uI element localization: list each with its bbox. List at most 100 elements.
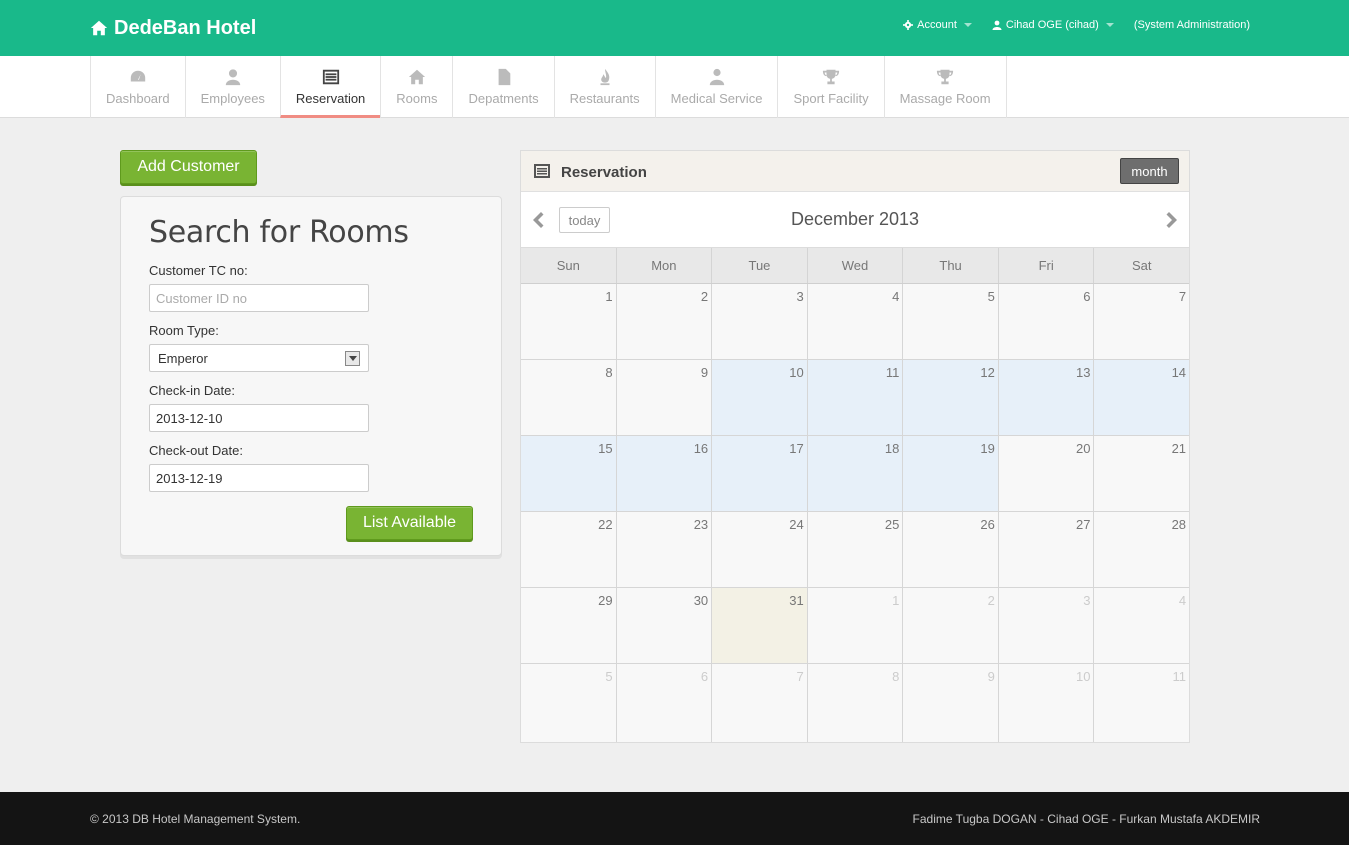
calendar-day-cell[interactable]: 6 (616, 664, 713, 742)
calendar-day-cell[interactable]: 25 (807, 512, 904, 587)
calendar-day-cell[interactable]: 2 (616, 284, 713, 359)
calendar-day-cell[interactable]: 7 (1094, 284, 1190, 359)
checkout-date-input[interactable] (149, 464, 369, 492)
calendar-day-cell[interactable]: 16 (616, 436, 713, 511)
user-menu[interactable]: Cihad OGE (cihad) (992, 19, 1114, 31)
add-customer-button[interactable]: Add Customer (120, 150, 257, 184)
footer-authors: Fadime Tugba DOGAN - Cihad OGE - Furkan … (912, 812, 1260, 826)
calendar-day-cell[interactable]: 10 (712, 360, 808, 435)
calendar-day-cell[interactable]: 2 (903, 588, 999, 663)
calendar-week-row: 8 9 10 11 12 13 14 (521, 360, 1190, 436)
month-view-button[interactable]: month (1120, 158, 1179, 184)
brand-link[interactable]: DedeBan Hotel (90, 16, 256, 40)
calendar-day-cell[interactable]: 24 (712, 512, 808, 587)
calendar-day-cell[interactable]: 19 (903, 436, 999, 511)
calendar-day-cell[interactable]: 3 (998, 588, 1095, 663)
calendar-grid: Sun Mon Tue Wed Thu Fri Sat 1 2 3 4 5 6 7 8 9 10 11 12 13 1… (521, 248, 1190, 742)
user-label: Cihad OGE (cihad) (1005, 19, 1099, 31)
calendar-day-cell[interactable]: 13 (998, 360, 1095, 435)
calendar-day-cell[interactable]: 23 (616, 512, 713, 587)
calendar-day-cell[interactable]: 18 (807, 436, 904, 511)
account-menu[interactable]: Account (903, 19, 972, 31)
day-of-week-header: Tue (712, 248, 808, 283)
tab-label: Sport Facility (793, 91, 869, 106)
calendar-day-cell[interactable]: 6 (998, 284, 1095, 359)
calendar-day-cell[interactable]: 17 (712, 436, 808, 511)
calendar-day-cell[interactable]: 1 (521, 284, 617, 359)
tab-dashboard[interactable]: Dashboard (90, 56, 185, 118)
tab-label: Reservation (295, 91, 366, 106)
customer-id-input[interactable] (149, 284, 369, 312)
role-label: (System Administration) (1134, 19, 1250, 31)
search-rooms-panel: Search for Rooms Customer TC no: Room Ty… (120, 196, 502, 556)
home-icon (90, 20, 108, 36)
calendar-day-cell[interactable]: 5 (903, 284, 999, 359)
calendar-day-cell[interactable]: 1 (807, 588, 904, 663)
user-icon (992, 20, 1002, 30)
checkin-label: Check-in Date: (149, 383, 235, 398)
user-icon (225, 69, 240, 86)
next-month-button[interactable] (1165, 210, 1181, 230)
tab-label: Employees (200, 91, 265, 106)
tab-rooms[interactable]: Rooms (380, 56, 452, 118)
checkin-date-input[interactable] (149, 404, 369, 432)
dashboard-icon (130, 70, 145, 82)
tab-label: Rooms (396, 91, 438, 106)
calendar-day-cell[interactable]: 10 (998, 664, 1095, 742)
top-nav: Account Cihad OGE (cihad) (System Admini… (903, 19, 1250, 31)
day-of-week-header: Sun (521, 248, 617, 283)
calendar-day-cell[interactable]: 20 (998, 436, 1095, 511)
calendar-day-cell[interactable]: 5 (521, 664, 617, 742)
calendar-day-cell[interactable]: 8 (807, 664, 904, 742)
day-of-week-row: Sun Mon Tue Wed Thu Fri Sat (521, 248, 1189, 284)
top-header: DedeBan Hotel Account Cihad OGE (cihad) … (0, 0, 1349, 56)
tab-medical-service[interactable]: Medical Service (654, 56, 778, 118)
calendar-day-cell[interactable]: 29 (521, 588, 617, 663)
calendar-day-cell[interactable]: 28 (1094, 512, 1190, 587)
calendar-day-cell[interactable]: 9 (616, 360, 713, 435)
calendar-week-row: 1234567 (521, 284, 1190, 360)
calendar-day-cell[interactable]: 21 (1094, 436, 1190, 511)
calendar-week-row: 22 23 24 25 26 27 28 (521, 512, 1190, 588)
calendar-day-cell[interactable]: 11 (1094, 664, 1190, 742)
calendar-day-cell[interactable]: 4 (807, 284, 904, 359)
calendar-week-row: 5 6 7 8 9 10 11 (521, 664, 1190, 742)
calendar-week-row: 15 16 17 18 19 20 21 (521, 436, 1190, 512)
tab-massage-room[interactable]: Massage Room (883, 56, 1007, 118)
day-of-week-header: Wed (808, 248, 904, 283)
chevron-down-icon (963, 23, 972, 27)
fire-icon (600, 68, 610, 86)
tab-employees[interactable]: Employees (184, 56, 280, 118)
calendar-title: December 2013 (790, 209, 920, 229)
calendar-day-cell[interactable]: 9 (903, 664, 999, 742)
trophy-icon (822, 69, 840, 85)
list-icon (322, 69, 339, 85)
calendar-day-cell[interactable]: 3 (712, 284, 808, 359)
calendar-day-cell[interactable]: 12 (903, 360, 999, 435)
calendar-day-cell[interactable]: 7 (712, 664, 808, 742)
tab-reservation[interactable]: Reservation (279, 56, 381, 118)
calendar-toolbar: today December 2013 (521, 192, 1189, 248)
tab-sport-facility[interactable]: Sport Facility (777, 56, 883, 118)
gear-icon (903, 20, 914, 30)
list-icon (534, 164, 550, 178)
calendar-day-cell[interactable]: 15 (521, 436, 617, 511)
calendar-day-cell[interactable]: 4 (1094, 588, 1190, 663)
calendar-day-cell[interactable]: 8 (521, 360, 617, 435)
tab-departments[interactable]: Depatments (452, 56, 553, 118)
calendar-day-cell[interactable]: 31 (712, 588, 808, 663)
tab-restaurants[interactable]: Restaurants (553, 56, 655, 118)
account-label: Account (917, 19, 957, 31)
list-available-button[interactable]: List Available (346, 506, 473, 540)
calendar-day-cell[interactable]: 27 (998, 512, 1095, 587)
calendar-day-cell[interactable]: 14 (1094, 360, 1190, 435)
footer: © 2013 DB Hotel Management System. Fadim… (0, 792, 1349, 845)
calendar-day-cell[interactable]: 30 (616, 588, 713, 663)
main-nav: Dashboard Employees Reservation Rooms De… (0, 56, 1349, 118)
calendar-day-cell[interactable]: 26 (903, 512, 999, 587)
brand-title: DedeBan Hotel (114, 16, 257, 39)
room-type-select[interactable]: Emperor (149, 344, 369, 372)
calendar-day-cell[interactable]: 22 (521, 512, 617, 587)
calendar-day-cell[interactable]: 11 (807, 360, 904, 435)
checkout-label: Check-out Date: (149, 443, 243, 458)
